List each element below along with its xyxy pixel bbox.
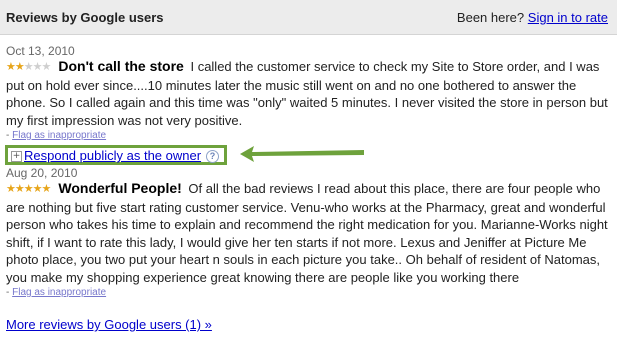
flag-prefix: - xyxy=(6,287,10,298)
reviews-header: Reviews by Google users Been here? Sign … xyxy=(0,0,617,35)
star-filled-icon: ★ xyxy=(6,183,16,195)
flag-as-inappropriate-link[interactable]: Flag as inappropriate xyxy=(12,130,106,141)
star-rating: ★★★★★ xyxy=(6,59,52,77)
sign-in-to-rate-link[interactable]: Sign in to rate xyxy=(528,10,608,25)
respond-owner-highlight: + Respond publicly as the owner ? xyxy=(5,145,227,165)
star-filled-icon: ★ xyxy=(14,61,25,73)
star-empty-icon: ★ xyxy=(23,61,34,73)
been-here-text: Been here? xyxy=(456,10,525,25)
star-filled-icon: ★ xyxy=(6,61,16,73)
flag-prefix: - xyxy=(6,130,10,141)
respond-publicly-link[interactable]: Respond publicly as the owner xyxy=(24,148,201,163)
star-filled-icon: ★ xyxy=(41,183,52,195)
star-empty-icon: ★ xyxy=(32,61,43,73)
flag-row: - Flag as inappropriate xyxy=(6,286,611,299)
star-filled-icon: ★ xyxy=(14,183,25,195)
sign-in-prompt: Been here? Sign in to rate xyxy=(457,10,608,25)
review-item: Aug 20, 2010 ★★★★★ Wonderful People! Of a… xyxy=(6,166,611,299)
review-body: ★★★★★ Wonderful People! Of all the bad re… xyxy=(6,180,611,286)
flag-as-inappropriate-link[interactable]: Flag as inappropriate xyxy=(12,287,106,298)
star-filled-icon: ★ xyxy=(23,183,34,195)
star-empty-icon: ★ xyxy=(41,61,52,73)
review-item: Oct 13, 2010 ★★★★★ Don't call the store I… xyxy=(6,44,611,142)
annotation-arrow-icon xyxy=(240,146,364,162)
review-date: Oct 13, 2010 xyxy=(6,44,75,58)
star-filled-icon: ★ xyxy=(32,183,43,195)
flag-row: - Flag as inappropriate xyxy=(6,129,611,142)
review-text: Of all the bad reviews I read about this… xyxy=(6,181,608,285)
expand-plus-icon[interactable]: + xyxy=(11,151,22,162)
review-body: ★★★★★ Don't call the store I called the c… xyxy=(6,58,611,129)
review-date: Aug 20, 2010 xyxy=(6,166,78,180)
review-title: Wonderful People! xyxy=(58,180,182,196)
reviews-title: Reviews by Google users xyxy=(6,10,164,25)
help-icon[interactable]: ? xyxy=(206,150,219,163)
more-reviews-link[interactable]: More reviews by Google users (1) » xyxy=(6,317,212,332)
review-title: Don't call the store xyxy=(58,58,184,74)
star-rating: ★★★★★ xyxy=(6,181,52,199)
